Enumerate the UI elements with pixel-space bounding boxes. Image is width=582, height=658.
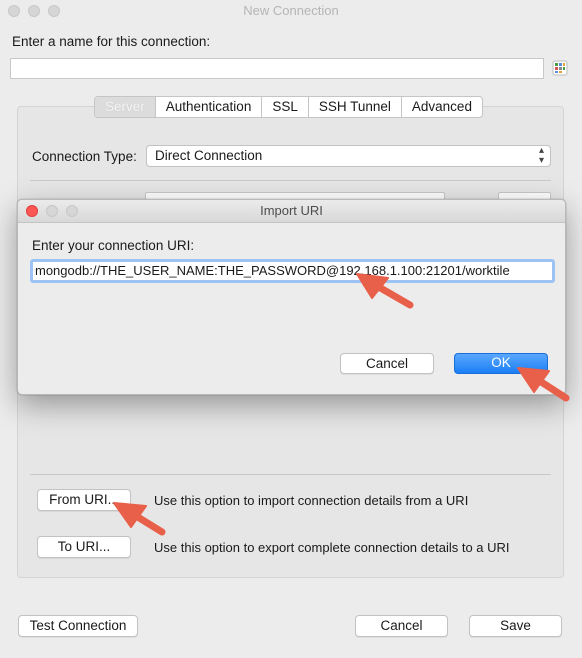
- window-title: New Connection: [243, 3, 339, 18]
- divider: [30, 180, 551, 181]
- connection-type-label: Connection Type:: [32, 149, 137, 164]
- import-dialog-title: Import URI: [260, 203, 323, 218]
- tab-authentication[interactable]: Authentication: [156, 97, 263, 117]
- settings-tab-bar: Server Authentication SSL SSH Tunnel Adv…: [94, 96, 483, 118]
- window-titlebar: New Connection: [0, 0, 582, 22]
- tab-ssl[interactable]: SSL: [262, 97, 309, 117]
- to-uri-description: Use this option to export complete conne…: [154, 540, 510, 555]
- favorites-grid-icon[interactable]: [552, 60, 568, 76]
- connection-type-select[interactable]: Direct Connection ▴ ▾: [146, 145, 551, 167]
- minimize-dialog-icon[interactable]: [46, 205, 58, 217]
- uri-input[interactable]: mongodb://THE_USER_NAME:THE_PASSWORD@192…: [35, 262, 510, 280]
- tab-server[interactable]: Server: [95, 97, 156, 117]
- tab-ssh-tunnel[interactable]: SSH Tunnel: [309, 97, 402, 117]
- from-uri-description: Use this option to import connection det…: [154, 493, 469, 508]
- dialog-cancel-button[interactable]: Cancel: [340, 353, 434, 374]
- tab-advanced[interactable]: Advanced: [402, 97, 482, 117]
- test-connection-button[interactable]: Test Connection: [18, 615, 138, 637]
- to-uri-button[interactable]: To URI...: [37, 536, 131, 558]
- uri-input-focus-ring: mongodb://THE_USER_NAME:THE_PASSWORD@192…: [30, 259, 555, 283]
- close-dialog-icon[interactable]: [26, 205, 38, 217]
- zoom-dialog-icon[interactable]: [66, 205, 78, 217]
- minimize-window-icon[interactable]: [28, 5, 40, 17]
- connection-type-value: Direct Connection: [155, 148, 263, 163]
- dialog-ok-button[interactable]: OK: [454, 353, 548, 374]
- updown-chevron-icon: ▴ ▾: [538, 145, 544, 166]
- save-button[interactable]: Save: [469, 615, 562, 637]
- cancel-button[interactable]: Cancel: [355, 615, 448, 637]
- connection-name-label: Enter a name for this connection:: [12, 34, 211, 49]
- close-window-icon[interactable]: [8, 5, 20, 17]
- connection-name-input[interactable]: [10, 58, 544, 79]
- uri-prompt-label: Enter your connection URI:: [32, 238, 195, 253]
- zoom-window-icon[interactable]: [48, 5, 60, 17]
- divider: [30, 474, 551, 475]
- import-dialog-titlebar: Import URI: [18, 200, 565, 223]
- from-uri-button[interactable]: From URI...: [37, 489, 131, 511]
- import-uri-dialog: Import URI Enter your connection URI: mo…: [17, 199, 566, 395]
